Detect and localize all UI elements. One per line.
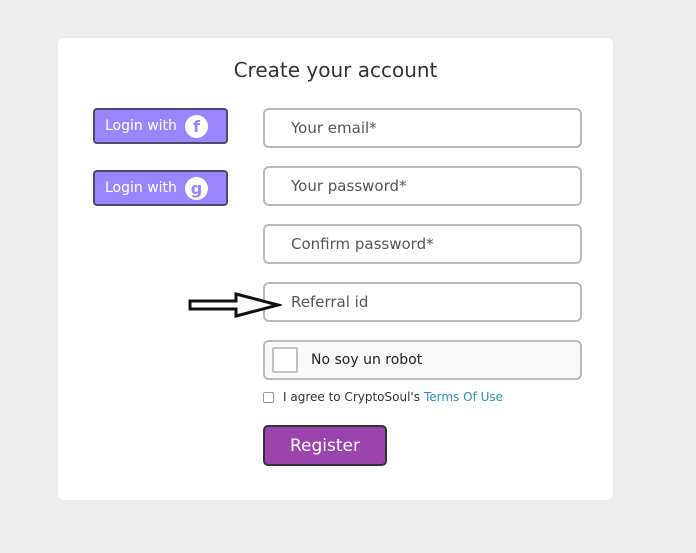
confirm-password-field[interactable]	[263, 224, 582, 264]
login-with-label: Login with	[105, 118, 177, 134]
arrow-right-icon	[188, 292, 282, 318]
login-with-google-button[interactable]: Login with g	[93, 170, 228, 206]
login-with-label: Login with	[105, 180, 177, 196]
recaptcha-checkbox[interactable]	[272, 347, 298, 373]
recaptcha-label: No soy un robot	[311, 352, 423, 368]
referral-id-field[interactable]	[263, 282, 582, 322]
login-with-facebook-button[interactable]: Login with f	[93, 108, 228, 144]
terms-of-use-link[interactable]: Terms Of Use	[424, 390, 503, 404]
email-field[interactable]	[263, 108, 582, 148]
agree-text: I agree to CryptoSoul's	[283, 390, 420, 404]
facebook-icon: f	[184, 114, 208, 138]
page-title: Create your account	[233, 58, 438, 82]
recaptcha-widget: No soy un robot	[263, 340, 582, 380]
terms-agreement: I agree to CryptoSoul's Terms Of Use	[263, 390, 503, 404]
google-icon: g	[184, 176, 208, 200]
agree-checkbox[interactable]	[263, 391, 274, 403]
password-field[interactable]	[263, 166, 582, 206]
register-button[interactable]: Register	[263, 425, 387, 466]
